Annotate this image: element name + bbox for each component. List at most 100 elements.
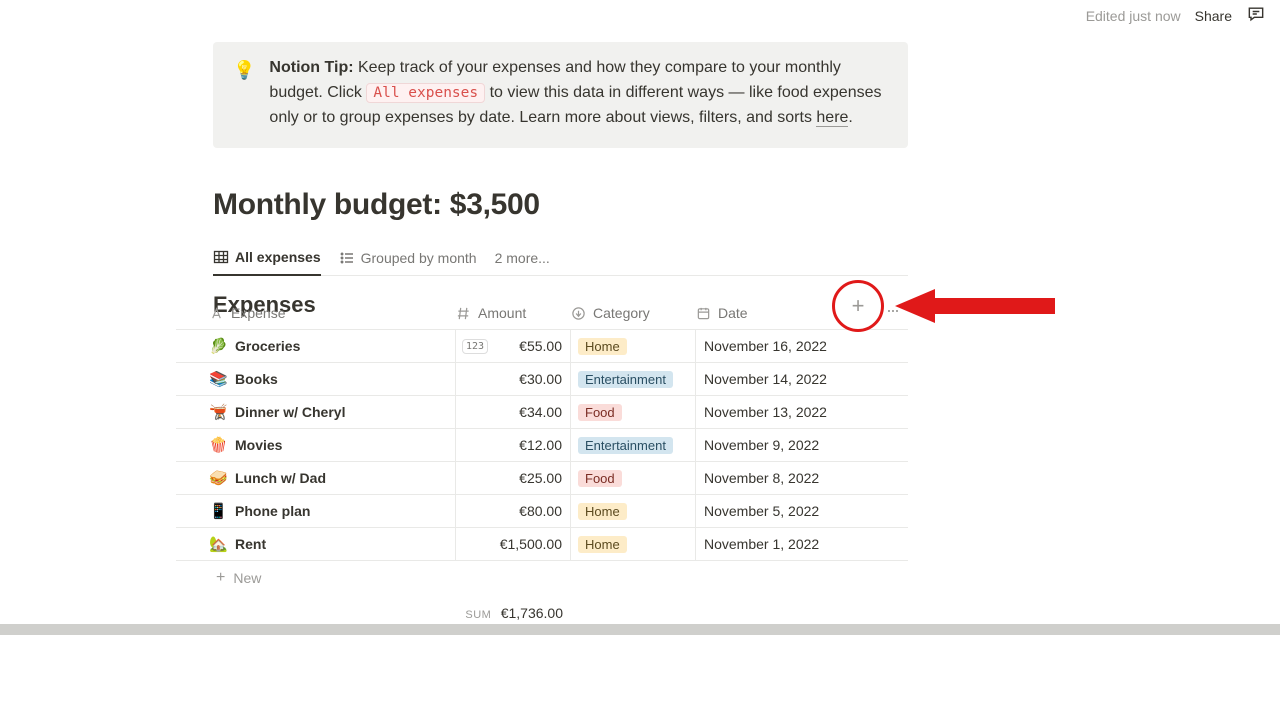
category-tag: Entertainment — [578, 371, 673, 388]
amount-value: €30.00 — [519, 371, 562, 387]
category-tag: Food — [578, 470, 622, 487]
add-column-button[interactable]: + — [852, 293, 865, 319]
expense-cell[interactable]: 📚 Books — [176, 363, 456, 395]
table-row: 🥪 Lunch w/ Dad €25.00 Food November 8, 2022 — [176, 462, 908, 495]
amount-cell[interactable]: €25.00 — [456, 462, 571, 494]
number-format-badge[interactable]: 123 — [462, 339, 488, 354]
amount-value: €12.00 — [519, 437, 562, 453]
amount-cell[interactable]: €80.00 — [456, 495, 571, 527]
new-row-button[interactable]: + New — [176, 561, 908, 594]
tip-callout: 💡 Notion Tip: Keep track of your expense… — [213, 42, 908, 148]
expense-name: Movies — [235, 437, 282, 453]
tab-all-expenses[interactable]: All expenses — [213, 240, 321, 276]
date-cell[interactable]: November 14, 2022 — [696, 371, 846, 387]
expense-cell[interactable]: 🥪 Lunch w/ Dad — [176, 462, 456, 494]
tip-bold: Notion Tip: — [269, 59, 353, 76]
amount-value: €1,500.00 — [500, 536, 562, 552]
table-row: 🍿 Movies €12.00 Entertainment November 9, 20… — [176, 429, 908, 462]
table-row: 🏡 Rent €1,500.00 Home November 1, 2022 — [176, 528, 908, 561]
column-header-date[interactable]: Date — [696, 305, 846, 321]
category-cell[interactable]: Food — [571, 462, 696, 494]
tab-label: All expenses — [235, 249, 321, 265]
amount-cell[interactable]: €12.00 — [456, 429, 571, 461]
new-row-label: New — [233, 570, 261, 586]
date-cell[interactable]: November 9, 2022 — [696, 437, 846, 453]
tip-here-link[interactable]: here — [816, 109, 848, 127]
expense-name: Rent — [235, 536, 266, 552]
row-emoji-icon: 📱 — [209, 502, 227, 520]
expense-name: Phone plan — [235, 503, 310, 519]
tab-grouped-by-month[interactable]: Grouped by month — [339, 240, 477, 276]
sum-value: €1,736.00 — [501, 605, 563, 621]
amount-value: €34.00 — [519, 404, 562, 420]
category-tag: Entertainment — [578, 437, 673, 454]
footer-divider — [0, 624, 1280, 635]
category-cell[interactable]: Home — [571, 528, 696, 560]
category-cell[interactable]: Entertainment — [571, 363, 696, 395]
list-icon — [339, 250, 355, 266]
date-value: November 1, 2022 — [704, 536, 819, 552]
row-emoji-icon: 📚 — [209, 370, 227, 388]
date-cell[interactable]: November 5, 2022 — [696, 503, 846, 519]
amount-cell[interactable]: 123 €55.00 — [456, 330, 571, 362]
date-cell[interactable]: November 1, 2022 — [696, 536, 846, 552]
sum-label: SUM — [465, 609, 491, 621]
amount-cell[interactable]: €34.00 — [456, 396, 571, 428]
date-value: November 14, 2022 — [704, 371, 827, 387]
date-cell[interactable]: November 13, 2022 — [696, 404, 846, 420]
category-cell[interactable]: Food — [571, 396, 696, 428]
column-header-amount[interactable]: Amount — [456, 305, 571, 321]
annotation-arrow — [895, 289, 1055, 323]
row-emoji-icon: 🍿 — [209, 436, 227, 454]
category-tag: Home — [578, 536, 627, 553]
tabs-more[interactable]: 2 more... — [495, 250, 550, 266]
table-row: 📚 Books €30.00 Entertainment November 14, 20… — [176, 363, 908, 396]
comments-icon[interactable] — [1246, 4, 1266, 27]
date-property-icon — [696, 306, 711, 321]
amount-cell[interactable]: €1,500.00 — [456, 528, 571, 560]
category-tag: Food — [578, 404, 622, 421]
amount-value: €55.00 — [519, 338, 562, 354]
date-value: November 5, 2022 — [704, 503, 819, 519]
expense-name: Lunch w/ Dad — [235, 470, 326, 486]
share-button[interactable]: Share — [1195, 8, 1232, 24]
expense-name: Books — [235, 371, 278, 387]
expense-cell[interactable]: 📱 Phone plan — [176, 495, 456, 527]
amount-value: €80.00 — [519, 503, 562, 519]
amount-cell[interactable]: €30.00 — [456, 363, 571, 395]
row-emoji-icon: 🥪 — [209, 469, 227, 487]
category-tag: Home — [578, 338, 627, 355]
expense-name: Dinner w/ Cheryl — [235, 404, 345, 420]
column-header-category[interactable]: Category — [571, 305, 696, 321]
expense-cell[interactable]: 🫕 Dinner w/ Cheryl — [176, 396, 456, 428]
tab-label: Grouped by month — [361, 250, 477, 266]
table-row: 🥬Groceries 123 €55.00 Home November 16, 2022 — [176, 330, 908, 363]
column-header-expense[interactable]: Expense — [176, 305, 456, 321]
expense-cell[interactable]: 🥬Groceries — [176, 330, 456, 362]
category-cell[interactable]: Home — [571, 495, 696, 527]
category-tag: Home — [578, 503, 627, 520]
date-cell[interactable]: November 16, 2022 — [696, 338, 846, 354]
amount-value: €25.00 — [519, 470, 562, 486]
expenses-table: Expense Amount Category Date 🥬Groceries1… — [176, 297, 908, 628]
title-property-icon — [209, 306, 224, 321]
date-value: November 9, 2022 — [704, 437, 819, 453]
table-header-row: Expense Amount Category Date — [176, 297, 908, 330]
expense-cell[interactable]: 🏡 Rent — [176, 528, 456, 560]
tip-code-pill: All expenses — [366, 83, 485, 103]
view-tabs: All expenses Grouped by month 2 more... — [213, 240, 908, 276]
date-value: November 16, 2022 — [704, 338, 827, 354]
annotation-circle: + — [832, 280, 884, 332]
row-emoji-icon: 🫕 — [209, 403, 227, 421]
date-cell[interactable]: November 8, 2022 — [696, 470, 846, 486]
date-value: November 13, 2022 — [704, 404, 827, 420]
category-cell[interactable]: Entertainment — [571, 429, 696, 461]
edited-timestamp: Edited just now — [1086, 8, 1181, 24]
row-emoji-icon: 🏡 — [209, 535, 227, 553]
expense-cell[interactable]: 🍿 Movies — [176, 429, 456, 461]
plus-icon: + — [216, 569, 225, 587]
table-row: 📱 Phone plan €80.00 Home November 5, 2022 — [176, 495, 908, 528]
expense-name: Groceries — [235, 338, 300, 354]
table-row: 🫕 Dinner w/ Cheryl €34.00 Food November 13, … — [176, 396, 908, 429]
category-cell[interactable]: Home — [571, 330, 696, 362]
